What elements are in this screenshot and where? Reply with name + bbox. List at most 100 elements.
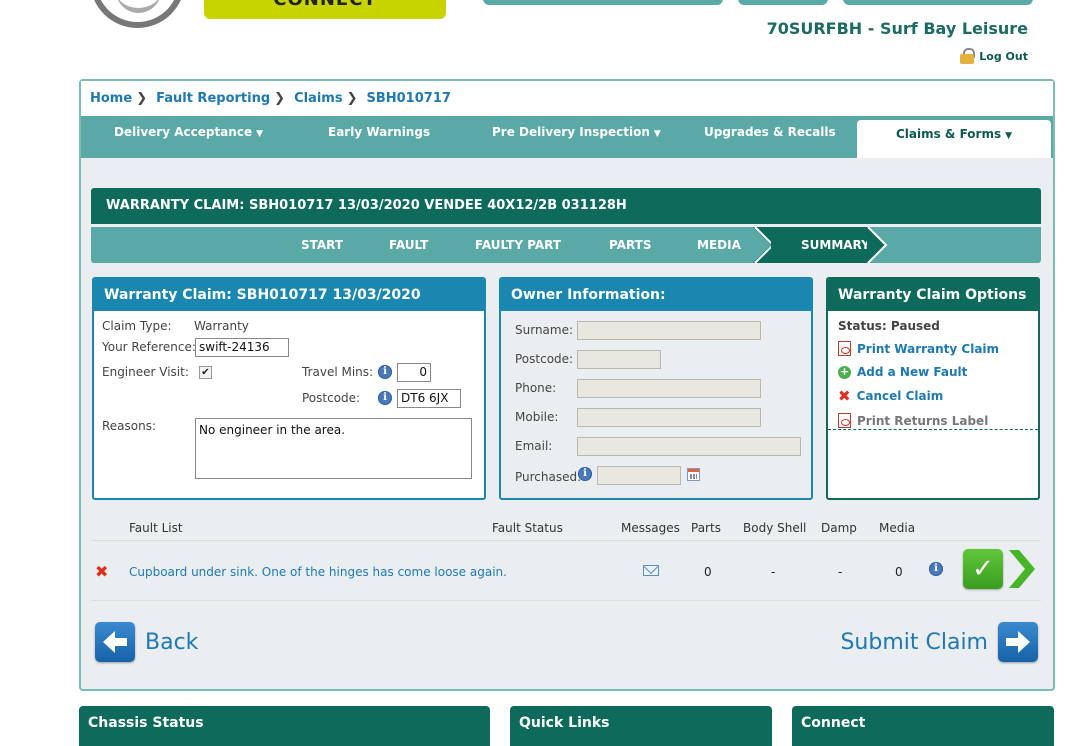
nav-upgrades-recalls[interactable]: Upgrades & Recalls — [704, 125, 836, 139]
close-icon: ✖ — [838, 387, 851, 405]
owner-information-title: Owner Information: — [501, 279, 811, 311]
fault-description-link[interactable]: Cupboard under sink. One of the hinges h… — [129, 565, 507, 579]
mobile-field — [577, 408, 761, 427]
arrow-right-icon — [998, 622, 1038, 662]
body-shell-header: Body Shell — [743, 521, 807, 535]
body-shell-value: - — [771, 565, 776, 579]
connect-panel: Connect — [792, 706, 1054, 746]
main-nav: Delivery Acceptance ▼ Early Warnings Pre … — [81, 116, 1053, 158]
reasons-label: Reasons: — [102, 419, 157, 433]
caret-down-icon: ▼ — [653, 129, 661, 139]
phone-field — [577, 379, 761, 398]
travel-mins-label: Travel Mins: — [302, 365, 374, 379]
engineer-visit-label: Engineer Visit: — [102, 365, 189, 379]
chevron-right-icon: ❯ — [274, 91, 286, 106]
caret-down-icon: ▼ — [256, 129, 263, 139]
reasons-textarea[interactable]: No engineer in the area. — [195, 418, 472, 479]
pdf-icon — [838, 413, 851, 428]
purchased-field — [597, 466, 681, 485]
info-icon[interactable]: i — [929, 562, 943, 576]
link-label: Cancel Claim — [856, 389, 944, 403]
nav-pre-delivery-inspection[interactable]: Pre Delivery Inspection ▼ — [492, 125, 661, 139]
step-summary[interactable]: SUMMARY — [771, 227, 870, 263]
purchased-label: Purchased: — [515, 470, 582, 484]
claim-steps: START FAULT FAULTY PART PARTS MEDIA SUMM… — [91, 227, 1041, 263]
claim-type-label: Claim Type: — [102, 319, 172, 333]
top-tab[interactable] — [483, 0, 723, 5]
nav-claims-forms[interactable]: Claims & Forms ▼ — [857, 120, 1051, 158]
surname-field — [577, 321, 761, 340]
divider — [91, 600, 1041, 601]
breadcrumb: Home ❯ Fault Reporting ❯ Claims ❯ SBH010717 — [81, 81, 1053, 116]
step-faulty-part[interactable]: FAULTY PART — [475, 227, 561, 263]
fault-status-header: Fault Status — [492, 521, 563, 535]
media-header: Media — [879, 521, 916, 535]
nav-label: Early Warnings — [328, 125, 431, 139]
info-icon[interactable]: i — [378, 365, 392, 379]
mobile-label: Mobile: — [515, 410, 559, 424]
print-returns-label-link[interactable]: Print Returns Label — [838, 413, 988, 428]
delete-fault-icon[interactable]: ✖ — [95, 562, 108, 581]
print-warranty-claim-link[interactable]: Print Warranty Claim — [838, 341, 999, 356]
nav-label: Pre Delivery Inspection — [492, 125, 650, 139]
envelope-icon[interactable] — [643, 565, 659, 576]
logout-link[interactable]: Log Out — [960, 48, 1028, 64]
info-icon[interactable]: i — [578, 467, 592, 481]
owner-postcode-field — [577, 350, 661, 369]
step-arrow-icon — [867, 227, 888, 263]
breadcrumb-home[interactable]: Home — [90, 91, 132, 106]
your-reference-input[interactable]: swift-24136 — [195, 338, 289, 357]
parts-count: 0 — [704, 565, 712, 579]
nav-early-warnings[interactable]: Early Warnings — [328, 125, 430, 139]
step-parts[interactable]: PARTS — [609, 227, 652, 263]
submit-label: Submit Claim — [840, 629, 988, 655]
claim-status: Status: Paused — [838, 319, 940, 333]
info-icon[interactable]: i — [378, 391, 392, 405]
breadcrumb-claims[interactable]: Claims — [294, 91, 343, 106]
media-count: 0 — [895, 565, 903, 579]
divider — [828, 429, 1038, 430]
caret-down-icon: ▼ — [1005, 131, 1013, 141]
chassis-status-panel: Chassis Status — [79, 706, 490, 746]
engineer-visit-checkbox[interactable]: ✔ — [199, 366, 212, 379]
add-new-fault-link[interactable]: + Add a New Fault — [838, 365, 967, 379]
your-reference-label: Your Reference: — [102, 340, 196, 354]
logout-label: Log Out — [979, 49, 1028, 63]
chevron-right-icon: ❯ — [346, 91, 358, 106]
calendar-icon[interactable] — [687, 468, 700, 481]
parts-header: Parts — [691, 521, 721, 535]
step-start[interactable]: START — [301, 227, 343, 263]
postcode-input[interactable]: DT6 6JX — [397, 389, 461, 408]
submit-claim-button[interactable]: Submit Claim — [840, 622, 1038, 662]
link-label: Print Returns Label — [857, 413, 989, 428]
email-label: Email: — [515, 439, 553, 453]
fault-list-header: Fault List — [129, 521, 183, 535]
step-media[interactable]: MEDIA — [697, 227, 741, 263]
breadcrumb-fault-reporting[interactable]: Fault Reporting — [156, 91, 270, 106]
top-tab[interactable] — [738, 0, 828, 5]
breadcrumb-claim-id[interactable]: SBH010717 — [366, 91, 450, 106]
company-logo — [90, 0, 185, 28]
top-tab[interactable] — [843, 0, 1033, 5]
surname-label: Surname: — [515, 323, 574, 337]
chevron-right-icon[interactable] — [1007, 548, 1037, 590]
dealer-name: 70SURFBH - Surf Bay Leisure — [766, 19, 1028, 38]
email-field — [577, 437, 801, 456]
approve-fault-button[interactable]: ✓ — [963, 549, 1003, 589]
back-button[interactable]: Back — [95, 622, 198, 662]
main-panel: Home ❯ Fault Reporting ❯ Claims ❯ SBH010717… — [79, 79, 1055, 691]
arrow-left-icon — [95, 622, 135, 662]
claim-title: WARRANTY CLAIM: SBH010717 13/03/2020 VEN… — [91, 188, 1041, 224]
step-fault[interactable]: FAULT — [389, 227, 428, 263]
warranty-claim-options-box: Warranty Claim Options Status: Paused Pr… — [826, 277, 1040, 500]
owner-postcode-label: Postcode: — [515, 352, 574, 366]
chevron-right-icon: ❯ — [136, 91, 148, 106]
messages-header: Messages — [621, 521, 680, 535]
connect-badge: CONNECT — [204, 0, 446, 19]
postcode-label: Postcode: — [302, 391, 361, 405]
cancel-claim-link[interactable]: ✖ Cancel Claim — [838, 387, 944, 405]
nav-label: Claims & Forms — [895, 127, 1002, 141]
add-icon: + — [838, 364, 851, 379]
travel-mins-input[interactable]: 0 — [397, 363, 431, 382]
nav-delivery-acceptance[interactable]: Delivery Acceptance ▼ — [114, 125, 263, 139]
